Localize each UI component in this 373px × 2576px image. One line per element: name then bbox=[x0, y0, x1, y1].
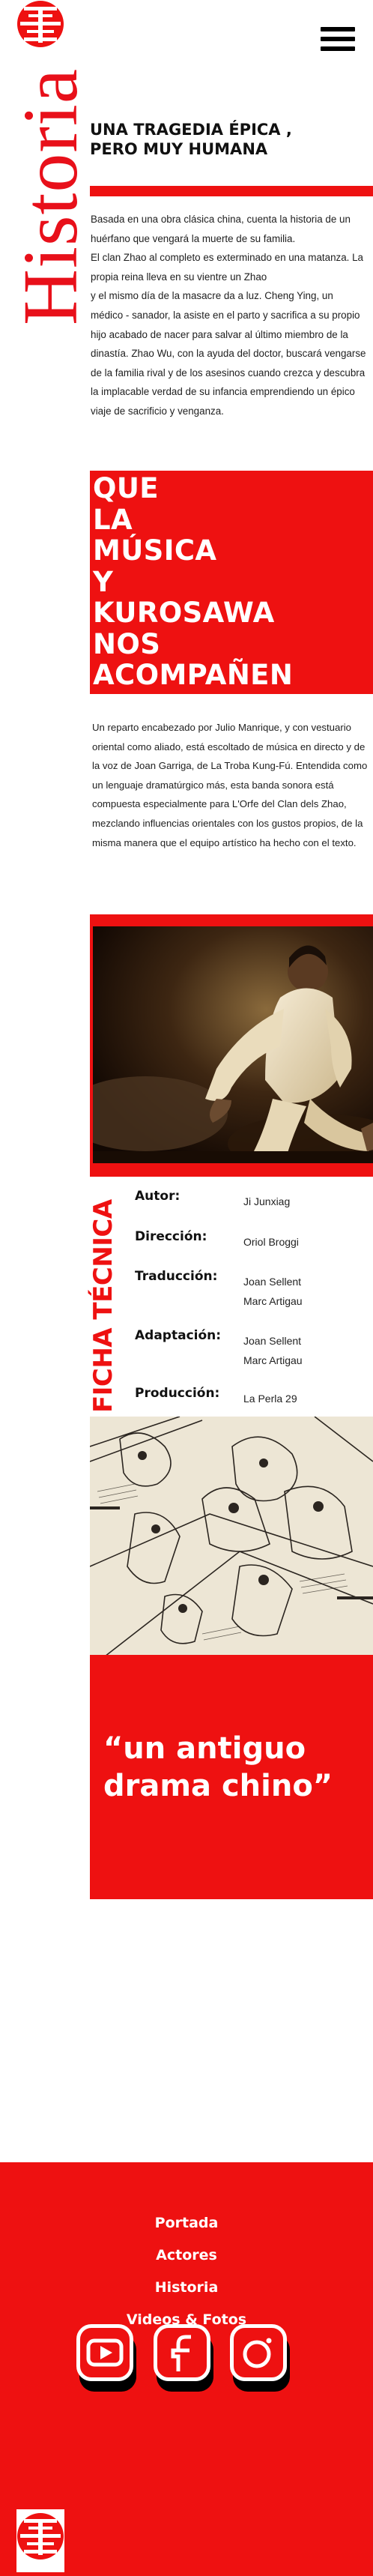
red-divider-bar bbox=[90, 186, 373, 196]
facebook-icon[interactable] bbox=[154, 2324, 213, 2392]
footer-nav: Portada Actores Historia Videos & Fotos bbox=[0, 2207, 373, 2336]
intro-paragraph: Basada en una obra clásica china, cuenta… bbox=[91, 214, 366, 417]
footer-link-historia[interactable]: Historia bbox=[0, 2272, 373, 2304]
ficha-value: Joan Sellent Marc Artigau bbox=[243, 1276, 303, 1307]
ficha-value: Oriol Broggi bbox=[243, 1236, 299, 1248]
ficha-value: Joan Sellent Marc Artigau bbox=[243, 1335, 303, 1366]
site-footer: Portada Actores Historia Videos & Fotos bbox=[0, 2162, 373, 2576]
intro-subtitle: UNA TRAGEDIA ÉPICA , PERO MUY HUMANA bbox=[90, 121, 292, 158]
circular-emblem-icon bbox=[16, 2509, 64, 2572]
quote-panel: “un antiguo drama chino” bbox=[90, 1655, 373, 1899]
ficha-key: Autor: bbox=[135, 1189, 181, 1204]
instagram-icon[interactable] bbox=[230, 2324, 290, 2392]
music-paragraph: Un reparto encabezado por Julio Manrique… bbox=[92, 722, 368, 848]
ficha-key: Adaptación: bbox=[135, 1328, 222, 1343]
footer-logo[interactable] bbox=[16, 2509, 64, 2572]
youtube-icon[interactable] bbox=[76, 2324, 136, 2392]
ficha-tecnica-label: FICHA TÉCNICA bbox=[88, 1199, 118, 1413]
hamburger-menu-icon[interactable] bbox=[321, 27, 355, 52]
actor-photo bbox=[93, 926, 373, 1163]
pull-quote: “un antiguo drama chino” bbox=[103, 1731, 333, 1803]
ficha-key: Producción: bbox=[135, 1386, 220, 1401]
footer-link-portada[interactable]: Portada bbox=[0, 2207, 373, 2239]
section-title-vertical: Historia bbox=[7, 67, 94, 325]
ficha-key: Dirección: bbox=[135, 1229, 207, 1244]
ficha-key: Traducción: bbox=[135, 1269, 218, 1284]
footer-link-actores[interactable]: Actores bbox=[0, 2239, 373, 2272]
site-logo[interactable] bbox=[16, 0, 64, 63]
ficha-value: Ji Junxiag bbox=[243, 1195, 291, 1207]
engraving-illustration bbox=[90, 1417, 373, 1656]
music-headline: QUE LA MÚSICA Y KUROSAWA NOS ACOMPAÑEN bbox=[93, 472, 294, 691]
music-headline-panel: QUE LA MÚSICA Y KUROSAWA NOS ACOMPAÑEN bbox=[90, 471, 373, 694]
circular-emblem-icon bbox=[16, 0, 64, 63]
ficha-value: La Perla 29 bbox=[243, 1393, 297, 1405]
